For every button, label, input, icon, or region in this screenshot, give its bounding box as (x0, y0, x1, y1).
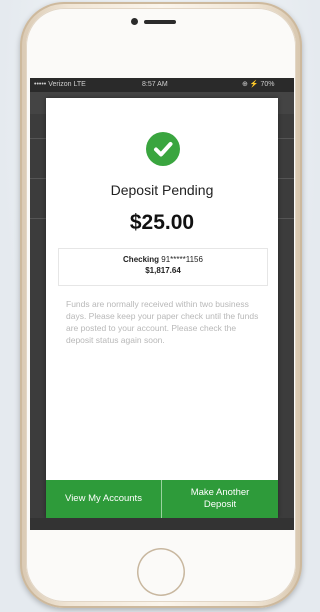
background-footer (30, 518, 294, 530)
phone-screen: ••••• Verizon LTE 8:57 AM ⊕ ⚡ 70% Deposi… (30, 78, 294, 530)
make-another-deposit-line1: Make Another (190, 487, 250, 498)
dialog-title: Deposit Pending (110, 182, 214, 198)
view-my-accounts-label: View My Accounts (65, 493, 142, 504)
make-another-deposit-line2: Deposit (203, 499, 237, 510)
status-bar: ••••• Verizon LTE 8:57 AM ⊕ ⚡ 70% (30, 78, 294, 92)
make-another-deposit-button[interactable]: Make Another Deposit (162, 480, 278, 518)
account-balance: $1,817.64 (145, 266, 181, 275)
earpiece-speaker (144, 20, 176, 24)
account-number: 91*****1156 (161, 255, 203, 264)
deposit-note: Funds are normally received within two b… (66, 299, 259, 345)
check-circle-icon (146, 132, 180, 166)
home-button[interactable] (137, 548, 185, 596)
account-summary: Checking 91*****1156 $1,817.64 (58, 248, 268, 286)
view-my-accounts-button[interactable]: View My Accounts (46, 480, 162, 518)
battery-indicator: ⊕ ⚡ 70% (242, 81, 275, 88)
make-another-deposit-label: Make Another Deposit (191, 487, 250, 511)
deposit-confirmation-dialog: Deposit Pending $25.00 Checking 91*****1… (46, 98, 278, 518)
deposit-amount: $25.00 (129, 211, 195, 234)
front-camera (131, 18, 138, 25)
carrier-label: ••••• Verizon LTE (34, 81, 86, 88)
account-line: Checking 91*****1156 (59, 255, 267, 264)
clock: 8:57 AM (142, 81, 168, 88)
account-label: Checking (123, 255, 160, 264)
